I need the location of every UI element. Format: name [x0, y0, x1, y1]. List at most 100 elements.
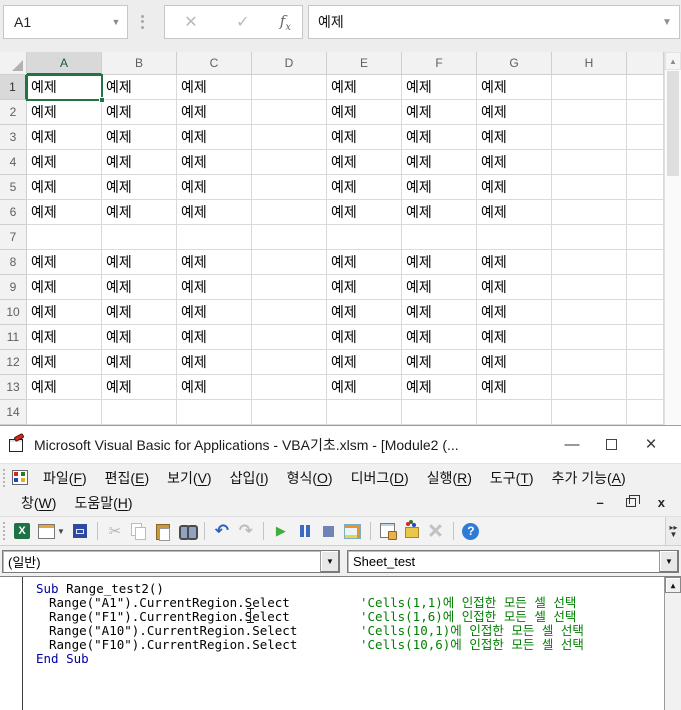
cell-F5[interactable]: 예제	[402, 175, 477, 200]
cell-F11[interactable]: 예제	[402, 325, 477, 350]
cell-D4[interactable]	[252, 150, 327, 175]
cell-B14[interactable]	[102, 400, 177, 425]
cell-G9[interactable]: 예제	[477, 275, 552, 300]
cell-C11[interactable]: 예제	[177, 325, 252, 350]
cell-B8[interactable]: 예제	[102, 250, 177, 275]
cell-B2[interactable]: 예제	[102, 100, 177, 125]
insert-userform-icon[interactable]	[35, 520, 57, 542]
scroll-up-icon[interactable]: ▲	[665, 52, 681, 70]
cell-A3[interactable]: 예제	[27, 125, 102, 150]
cell-C4[interactable]: 예제	[177, 150, 252, 175]
cell-H6[interactable]	[552, 200, 627, 225]
menu-item-w[interactable]: 창(W)	[12, 492, 65, 514]
cell-B5[interactable]: 예제	[102, 175, 177, 200]
cell-D12[interactable]	[252, 350, 327, 375]
cell-F4[interactable]: 예제	[402, 150, 477, 175]
cell-E1[interactable]: 예제	[327, 75, 402, 100]
cell-A14[interactable]	[27, 400, 102, 425]
column-header-partial[interactable]	[627, 52, 664, 75]
spreadsheet-grid[interactable]: A B C D E F G H 1 예제 예제 예제 예제 예제 예제 2 예제 예제 예제 예제 예제 예제 3 예제 예제 예…	[0, 52, 664, 425]
menu-item-o[interactable]: 형식(O)	[278, 467, 342, 489]
cell-A4[interactable]: 예제	[27, 150, 102, 175]
cell-A11[interactable]: 예제	[27, 325, 102, 350]
cell-E14[interactable]	[327, 400, 402, 425]
cell-partial-2[interactable]	[627, 100, 664, 125]
menu-item-f[interactable]: 파일(F)	[34, 467, 96, 489]
cell-A6[interactable]: 예제	[27, 200, 102, 225]
menu-item-i[interactable]: 삽입(I)	[221, 467, 278, 489]
cell-F10[interactable]: 예제	[402, 300, 477, 325]
column-header-A[interactable]: A	[27, 52, 102, 75]
cell-B12[interactable]: 예제	[102, 350, 177, 375]
cell-H12[interactable]	[552, 350, 627, 375]
cell-D3[interactable]	[252, 125, 327, 150]
cell-H2[interactable]	[552, 100, 627, 125]
row-header-14[interactable]: 14	[0, 400, 27, 425]
cell-F6[interactable]: 예제	[402, 200, 477, 225]
cell-C1[interactable]: 예제	[177, 75, 252, 100]
cell-C9[interactable]: 예제	[177, 275, 252, 300]
cell-F13[interactable]: 예제	[402, 375, 477, 400]
cell-G2[interactable]: 예제	[477, 100, 552, 125]
code-line[interactable]: Range("A1").CurrentRegion.Select 'Cells(1…	[36, 596, 681, 610]
toolbar-drag-handle[interactable]	[3, 522, 8, 540]
code-scroll-up-icon[interactable]: ▲	[665, 577, 681, 593]
cell-E11[interactable]: 예제	[327, 325, 402, 350]
object-dropdown[interactable]: (일반) ▼	[2, 549, 340, 573]
column-header-C[interactable]: C	[177, 52, 252, 75]
minimize-button[interactable]: —	[564, 436, 580, 453]
row-header-1[interactable]: 1	[0, 75, 27, 100]
cell-D9[interactable]	[252, 275, 327, 300]
menu-item-h[interactable]: 도움말(H)	[65, 492, 141, 514]
object-browser-icon[interactable]	[401, 520, 423, 542]
cell-F8[interactable]: 예제	[402, 250, 477, 275]
design-mode-icon[interactable]	[342, 520, 364, 542]
name-box[interactable]: A1 ▼	[3, 5, 128, 39]
code-line[interactable]: Range("F1").CurrentRegion.Select 'Cells(1…	[36, 610, 681, 624]
paste-icon[interactable]	[152, 520, 174, 542]
cell-C13[interactable]: 예제	[177, 375, 252, 400]
cell-G3[interactable]: 예제	[477, 125, 552, 150]
cell-D11[interactable]	[252, 325, 327, 350]
cell-partial-1[interactable]	[627, 75, 664, 100]
cell-C5[interactable]: 예제	[177, 175, 252, 200]
menu-item-e[interactable]: 편집(E)	[96, 467, 158, 489]
row-header-6[interactable]: 6	[0, 200, 27, 225]
procedure-dropdown[interactable]: Sheet_test ▼	[347, 549, 679, 573]
cell-E12[interactable]: 예제	[327, 350, 402, 375]
cell-A2[interactable]: 예제	[27, 100, 102, 125]
cell-H10[interactable]	[552, 300, 627, 325]
cell-E7[interactable]	[327, 225, 402, 250]
cell-D6[interactable]	[252, 200, 327, 225]
cell-B3[interactable]: 예제	[102, 125, 177, 150]
cell-F12[interactable]: 예제	[402, 350, 477, 375]
row-header-5[interactable]: 5	[0, 175, 27, 200]
code-line[interactable]: Range("A10").CurrentRegion.Select 'Cells(…	[36, 624, 681, 638]
cell-partial-3[interactable]	[627, 125, 664, 150]
name-box-dropdown-icon[interactable]: ▼	[105, 17, 127, 27]
cell-G13[interactable]: 예제	[477, 375, 552, 400]
cell-partial-4[interactable]	[627, 150, 664, 175]
code-vertical-scrollbar[interactable]: ▲	[664, 577, 681, 710]
formula-input[interactable]: 예제 ▼	[308, 5, 680, 39]
row-header-3[interactable]: 3	[0, 125, 27, 150]
cell-C6[interactable]: 예제	[177, 200, 252, 225]
menu-item-t[interactable]: 도구(T)	[481, 467, 543, 489]
row-header-12[interactable]: 12	[0, 350, 27, 375]
cell-D14[interactable]	[252, 400, 327, 425]
cell-G7[interactable]	[477, 225, 552, 250]
cancel-icon[interactable]: ✕	[176, 12, 206, 32]
cell-H1[interactable]	[552, 75, 627, 100]
insert-function-icon[interactable]: fx	[280, 12, 291, 33]
column-header-B[interactable]: B	[102, 52, 177, 75]
cell-C12[interactable]: 예제	[177, 350, 252, 375]
cell-B10[interactable]: 예제	[102, 300, 177, 325]
cell-C2[interactable]: 예제	[177, 100, 252, 125]
cell-partial-14[interactable]	[627, 400, 664, 425]
mdi-restore-button[interactable]	[625, 495, 640, 507]
cell-partial-9[interactable]	[627, 275, 664, 300]
row-header-11[interactable]: 11	[0, 325, 27, 350]
cell-G14[interactable]	[477, 400, 552, 425]
cell-partial-10[interactable]	[627, 300, 664, 325]
cell-E2[interactable]: 예제	[327, 100, 402, 125]
